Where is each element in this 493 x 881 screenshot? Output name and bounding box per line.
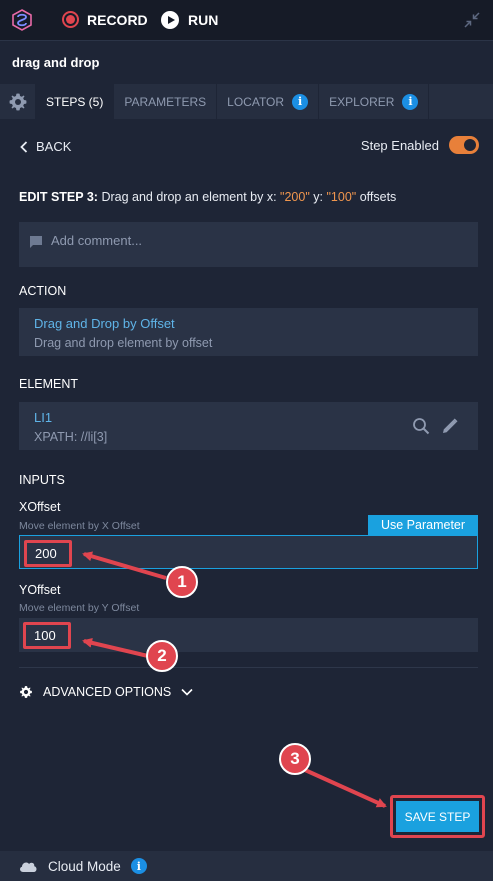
tab-explorer[interactable]: EXPLORER i	[319, 84, 430, 119]
action-selector[interactable]: Drag and Drop by Offset Drag and drop el…	[19, 308, 478, 356]
footer-bar: Cloud Mode i	[0, 851, 493, 881]
tab-settings[interactable]	[0, 84, 36, 119]
yoffset-value: 100	[23, 622, 71, 649]
tab-explorer-label: EXPLORER	[329, 94, 395, 109]
back-label: BACK	[36, 139, 72, 154]
action-name: Drag and Drop by Offset	[34, 316, 175, 331]
edit-step-suffix: offsets	[359, 190, 397, 204]
element-selector[interactable]: LI1 XPATH: //li[3]	[19, 402, 478, 450]
action-description: Drag and drop element by offset	[34, 336, 213, 350]
play-icon	[161, 11, 179, 29]
xoffset-value: 200	[24, 540, 72, 567]
step-enabled-control: Step Enabled	[361, 136, 479, 154]
inputs-heading: INPUTS	[19, 473, 65, 487]
collapse-icon[interactable]	[463, 11, 481, 29]
comment-field[interactable]: Add comment...	[19, 222, 478, 267]
gear-icon	[9, 93, 26, 110]
info-icon[interactable]: i	[292, 93, 309, 110]
step-enabled-label: Step Enabled	[360, 137, 439, 153]
save-step-highlight: SAVE STEP	[390, 795, 485, 838]
step-badge-3: 3	[279, 743, 311, 775]
tab-locator[interactable]: LOCATOR i	[217, 84, 320, 119]
info-icon[interactable]: i	[130, 858, 147, 874]
step-badge-1: 1	[166, 566, 198, 598]
use-parameter-button[interactable]: Use Parameter	[368, 515, 478, 535]
xoffset-label: XOffset	[19, 500, 61, 514]
record-icon	[62, 11, 79, 28]
search-icon[interactable]	[412, 417, 430, 435]
app-logo-icon	[12, 9, 32, 31]
edit-step-mid: y:	[313, 190, 323, 204]
tab-parameters-label: PARAMETERS	[124, 94, 207, 109]
top-toolbar: RECORD RUN	[0, 0, 493, 40]
action-heading: ACTION	[19, 284, 67, 298]
tab-locator-label: LOCATOR	[227, 94, 285, 109]
edit-step-y-value: "100"	[326, 190, 357, 204]
edit-step-x-value: "200"	[280, 190, 310, 204]
back-button[interactable]: BACK	[20, 139, 71, 154]
tab-steps-label: STEPS (5)	[46, 94, 104, 109]
yoffset-hint: Move element by Y Offset	[19, 602, 140, 614]
tab-parameters[interactable]: PARAMETERS	[114, 84, 218, 119]
advanced-options-label: ADVANCED OPTIONS	[43, 685, 172, 699]
xoffset-input[interactable]: 200	[19, 535, 478, 569]
edit-step-text: Drag and drop an element by x:	[101, 190, 277, 204]
edit-step-heading: EDIT STEP 3: Drag and drop an element by…	[19, 190, 396, 204]
advanced-options-toggle[interactable]: ADVANCED OPTIONS	[19, 685, 193, 699]
gear-icon	[20, 686, 32, 698]
comment-placeholder: Add comment...	[51, 233, 143, 248]
tab-bar: STEPS (5) PARAMETERS LOCATOR i EXPLORER …	[0, 84, 493, 119]
xoffset-hint: Move element by X Offset	[19, 520, 140, 532]
divider	[19, 667, 478, 668]
test-title: drag and drop	[0, 40, 493, 84]
pencil-icon[interactable]	[441, 417, 459, 435]
yoffset-label: YOffset	[19, 583, 61, 597]
element-heading: ELEMENT	[19, 377, 79, 391]
record-label: RECORD	[87, 11, 148, 28]
step-badge-2: 2	[146, 640, 178, 672]
yoffset-input[interactable]: 100	[19, 618, 478, 652]
comment-icon	[30, 236, 42, 248]
info-icon[interactable]: i	[402, 93, 419, 110]
element-name: LI1	[34, 410, 53, 425]
cloud-mode-label: Cloud Mode	[48, 858, 121, 874]
save-step-button[interactable]: SAVE STEP	[396, 801, 479, 832]
run-label: RUN	[188, 12, 219, 28]
chevron-left-icon	[20, 140, 28, 153]
cloud-icon	[20, 862, 37, 872]
tab-steps[interactable]: STEPS (5)	[36, 84, 115, 119]
edit-step-prefix: EDIT STEP 3:	[19, 190, 98, 204]
chevron-down-icon	[181, 688, 193, 696]
record-button[interactable]: RECORD	[62, 11, 148, 28]
element-locator: XPATH: //li[3]	[34, 430, 108, 444]
run-button[interactable]: RUN	[161, 11, 218, 29]
step-enabled-toggle[interactable]	[449, 136, 479, 154]
